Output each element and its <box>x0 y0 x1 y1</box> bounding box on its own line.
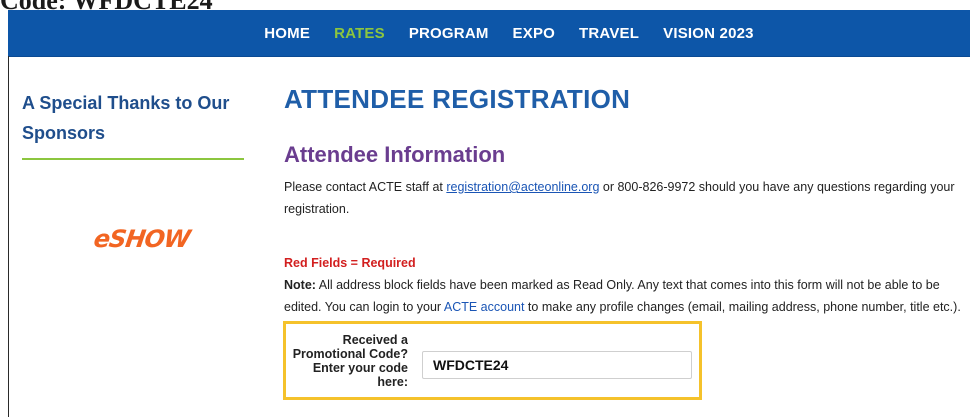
page-title: ATTENDEE REGISTRATION <box>284 84 631 114</box>
main-content: ATTENDEE REGISTRATION Attendee Informati… <box>284 82 964 314</box>
promo-code-input[interactable] <box>422 351 692 379</box>
nav-list: HOME RATES PROGRAM EXPO TRAVEL VISION 20… <box>224 25 753 42</box>
registration-email-link[interactable]: registration@acteonline.org <box>446 180 599 194</box>
promo-code-highlight: Received a Promotional Code? Enter your … <box>283 321 702 400</box>
readonly-note: Note: All address block fields have been… <box>284 274 964 318</box>
eshow-sponsor-logo[interactable]: eSHOW <box>86 222 198 256</box>
nav-item-program[interactable]: PROGRAM <box>409 25 489 42</box>
required-fields-note: Red Fields = Required <box>284 256 416 270</box>
nav-item-travel[interactable]: TRAVEL <box>579 25 639 42</box>
acte-account-link[interactable]: ACTE account <box>444 300 525 314</box>
sponsors-title: A Special Thanks to Our Sponsors <box>22 93 230 143</box>
note-text-2: to make any profile changes (email, mail… <box>524 300 961 314</box>
section-title: Attendee Information <box>284 142 506 167</box>
page-frame-border <box>8 56 9 417</box>
sidebar-divider <box>22 158 244 160</box>
nav-item-rates[interactable]: RATES <box>334 25 385 42</box>
eshow-logo-text: eSHOW <box>92 225 192 253</box>
nav-item-expo[interactable]: EXPO <box>513 25 555 42</box>
contact-paragraph: Please contact ACTE staff at registratio… <box>284 176 964 220</box>
promo-code-label: Received a Promotional Code? Enter your … <box>292 333 408 389</box>
contact-prefix: Please contact ACTE staff at <box>284 180 447 194</box>
nav-item-vision-2023[interactable]: VISION 2023 <box>663 25 754 42</box>
sponsors-sidebar: A Special Thanks to Our Sponsors <box>22 88 246 160</box>
main-navbar: HOME RATES PROGRAM EXPO TRAVEL VISION 20… <box>8 10 970 57</box>
nav-item-home[interactable]: HOME <box>264 25 310 42</box>
note-label: Note: <box>284 278 316 292</box>
